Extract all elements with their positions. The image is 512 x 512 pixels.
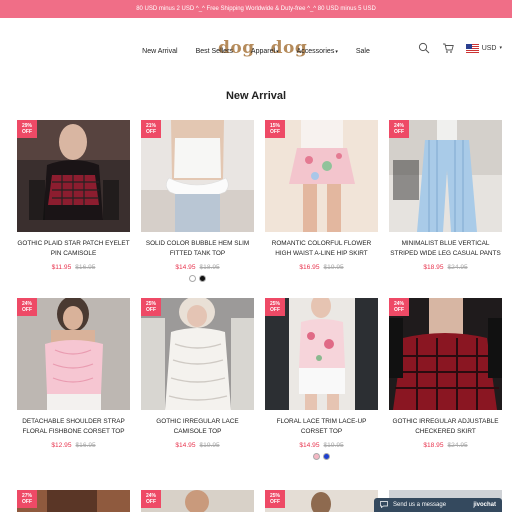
product-title[interactable]: SOLID COLOR BUBBLE HEM SLIM FITTED TANK … xyxy=(141,239,254,261)
product-card[interactable]: 15% OFF ROMANTIC COLORFUL FLOWER HIGH WAI… xyxy=(265,120,378,282)
sale-price: $12.95 xyxy=(51,442,72,449)
sale-price: $14.95 xyxy=(175,442,196,449)
nav-accessories[interactable]: Accessories ▾ xyxy=(297,48,338,55)
product-title[interactable]: FLORAL LACE TRIM LACE-UP CORSET TOP xyxy=(265,417,378,439)
product-card[interactable]: 24% OFF GOTHIC IRREGULAR ADJUSTABLE CHECK… xyxy=(389,298,502,460)
nav-best-sellers[interactable]: Best Sellers xyxy=(196,48,233,55)
product-image[interactable]: 27% OFF xyxy=(17,490,130,512)
product-image[interactable]: 25% OFF xyxy=(265,490,378,512)
product-card[interactable]: 25% OFF FLORAL LACE TRIM LACE-UP CORSET T… xyxy=(265,298,378,460)
main-nav: New Arrival Best Sellers Apparel ▾ Access… xyxy=(0,48,512,55)
nav-apparel[interactable]: Apparel ▾ xyxy=(251,48,279,55)
chevron-down-icon: ▾ xyxy=(335,48,338,55)
chat-brand: jivochat xyxy=(473,502,496,508)
product-image[interactable]: 25% OFF xyxy=(141,298,254,410)
color-swatch-blue[interactable] xyxy=(323,453,330,460)
product-card[interactable]: 24% OFF xyxy=(141,490,254,512)
product-grid: 29% OFF GOTHIC PLAID STAR PATCH EYELET PI… xyxy=(17,120,503,460)
color-swatch-black[interactable] xyxy=(199,275,206,282)
discount-badge: 24% OFF xyxy=(17,298,37,316)
sale-price: $14.95 xyxy=(299,442,320,449)
product-image[interactable]: 25% OFF xyxy=(265,298,378,410)
chat-label: Send us a message xyxy=(393,502,447,508)
original-price: $16.95 xyxy=(75,442,96,449)
discount-badge: 15% OFF xyxy=(265,120,285,138)
product-title[interactable]: DETACHABLE SHOULDER STRAP FLORAL FISHBON… xyxy=(17,417,130,439)
sale-price: $16.95 xyxy=(299,264,320,271)
product-card[interactable]: 29% OFF GOTHIC PLAID STAR PATCH EYELET PI… xyxy=(17,120,130,282)
discount-badge: 24% OFF xyxy=(141,490,161,508)
product-image[interactable]: 21% OFF xyxy=(141,120,254,232)
nav-label: Best Sellers xyxy=(195,48,233,55)
chat-bubble-icon xyxy=(380,500,388,510)
discount-badge: 21% OFF xyxy=(141,120,161,138)
product-card[interactable]: 24% OFF MINIMALIST BLUE VERTICAL STRIPED … xyxy=(389,120,502,282)
product-card[interactable]: 25% OFF xyxy=(265,490,378,512)
nav-label: Accessories xyxy=(296,48,335,55)
product-image[interactable]: 24% OFF xyxy=(17,298,130,410)
sale-price: $18.95 xyxy=(423,264,444,271)
color-swatch-pink[interactable] xyxy=(313,453,320,460)
discount-badge: 24% OFF xyxy=(389,298,409,316)
site-header: dog dog USD ▾ xyxy=(0,18,512,58)
product-card[interactable]: 21% OFF SOLID COLOR BUBBLE HEM SLIM FITTE… xyxy=(141,120,254,282)
product-title[interactable]: GOTHIC IRREGULAR ADJUSTABLE CHECKERED SK… xyxy=(389,417,502,439)
product-title[interactable]: GOTHIC IRREGULAR LACE CAMISOLE TOP xyxy=(141,417,254,439)
section-title: New Arrival xyxy=(225,90,287,102)
product-image[interactable]: 15% OFF xyxy=(265,120,378,232)
original-price: $19.95 xyxy=(199,442,220,449)
nav-label: Sale xyxy=(355,48,370,55)
discount-badge: 29% OFF xyxy=(17,120,37,138)
discount-badge: 25% OFF xyxy=(265,490,285,508)
sale-price: $11.95 xyxy=(51,264,72,271)
chevron-down-icon: ▾ xyxy=(276,48,279,55)
original-price: $18.95 xyxy=(199,264,220,271)
discount-badge: 25% OFF xyxy=(265,298,285,316)
product-image[interactable]: 29% OFF xyxy=(17,120,130,232)
sale-price: $18.95 xyxy=(423,442,444,449)
nav-sale[interactable]: Sale xyxy=(356,48,370,55)
product-title[interactable]: MINIMALIST BLUE VERTICAL STRIPED WIDE LE… xyxy=(389,239,502,261)
promo-bar: 80 USD minus 2 USD ^_^ Free Shipping Wor… xyxy=(0,0,512,18)
discount-badge: 25% OFF xyxy=(141,298,161,316)
nav-label: New Arrival xyxy=(142,48,178,55)
product-card[interactable]: 24% OFF DETACHABLE SHOULDER STRAP FLORAL … xyxy=(17,298,130,460)
chat-widget[interactable]: Send us a message jivochat xyxy=(374,498,502,512)
color-swatch-white[interactable] xyxy=(189,275,196,282)
product-title[interactable]: ROMANTIC COLORFUL FLOWER HIGH WAIST A-LI… xyxy=(265,239,378,261)
product-card[interactable]: 25% OFF GOTHIC IRREGULAR LACE CAMISOLE TO… xyxy=(141,298,254,460)
product-image[interactable]: 24% OFF xyxy=(141,490,254,512)
discount-badge: 24% OFF xyxy=(389,120,409,138)
original-price: $19.95 xyxy=(323,264,344,271)
nav-label: Apparel xyxy=(250,48,276,55)
original-price: $24.95 xyxy=(447,264,468,271)
product-card[interactable]: 27% OFF xyxy=(17,490,130,512)
original-price: $16.95 xyxy=(75,264,96,271)
sale-price: $14.95 xyxy=(175,264,196,271)
nav-new-arrival[interactable]: New Arrival xyxy=(142,48,177,55)
original-price: $24.95 xyxy=(447,442,468,449)
product-image[interactable]: 24% OFF xyxy=(389,120,502,232)
product-image[interactable]: 24% OFF xyxy=(389,298,502,410)
original-price: $19.95 xyxy=(323,442,344,449)
discount-badge: 27% OFF xyxy=(17,490,37,508)
product-title[interactable]: GOTHIC PLAID STAR PATCH EYELET PIN CAMIS… xyxy=(17,239,130,261)
